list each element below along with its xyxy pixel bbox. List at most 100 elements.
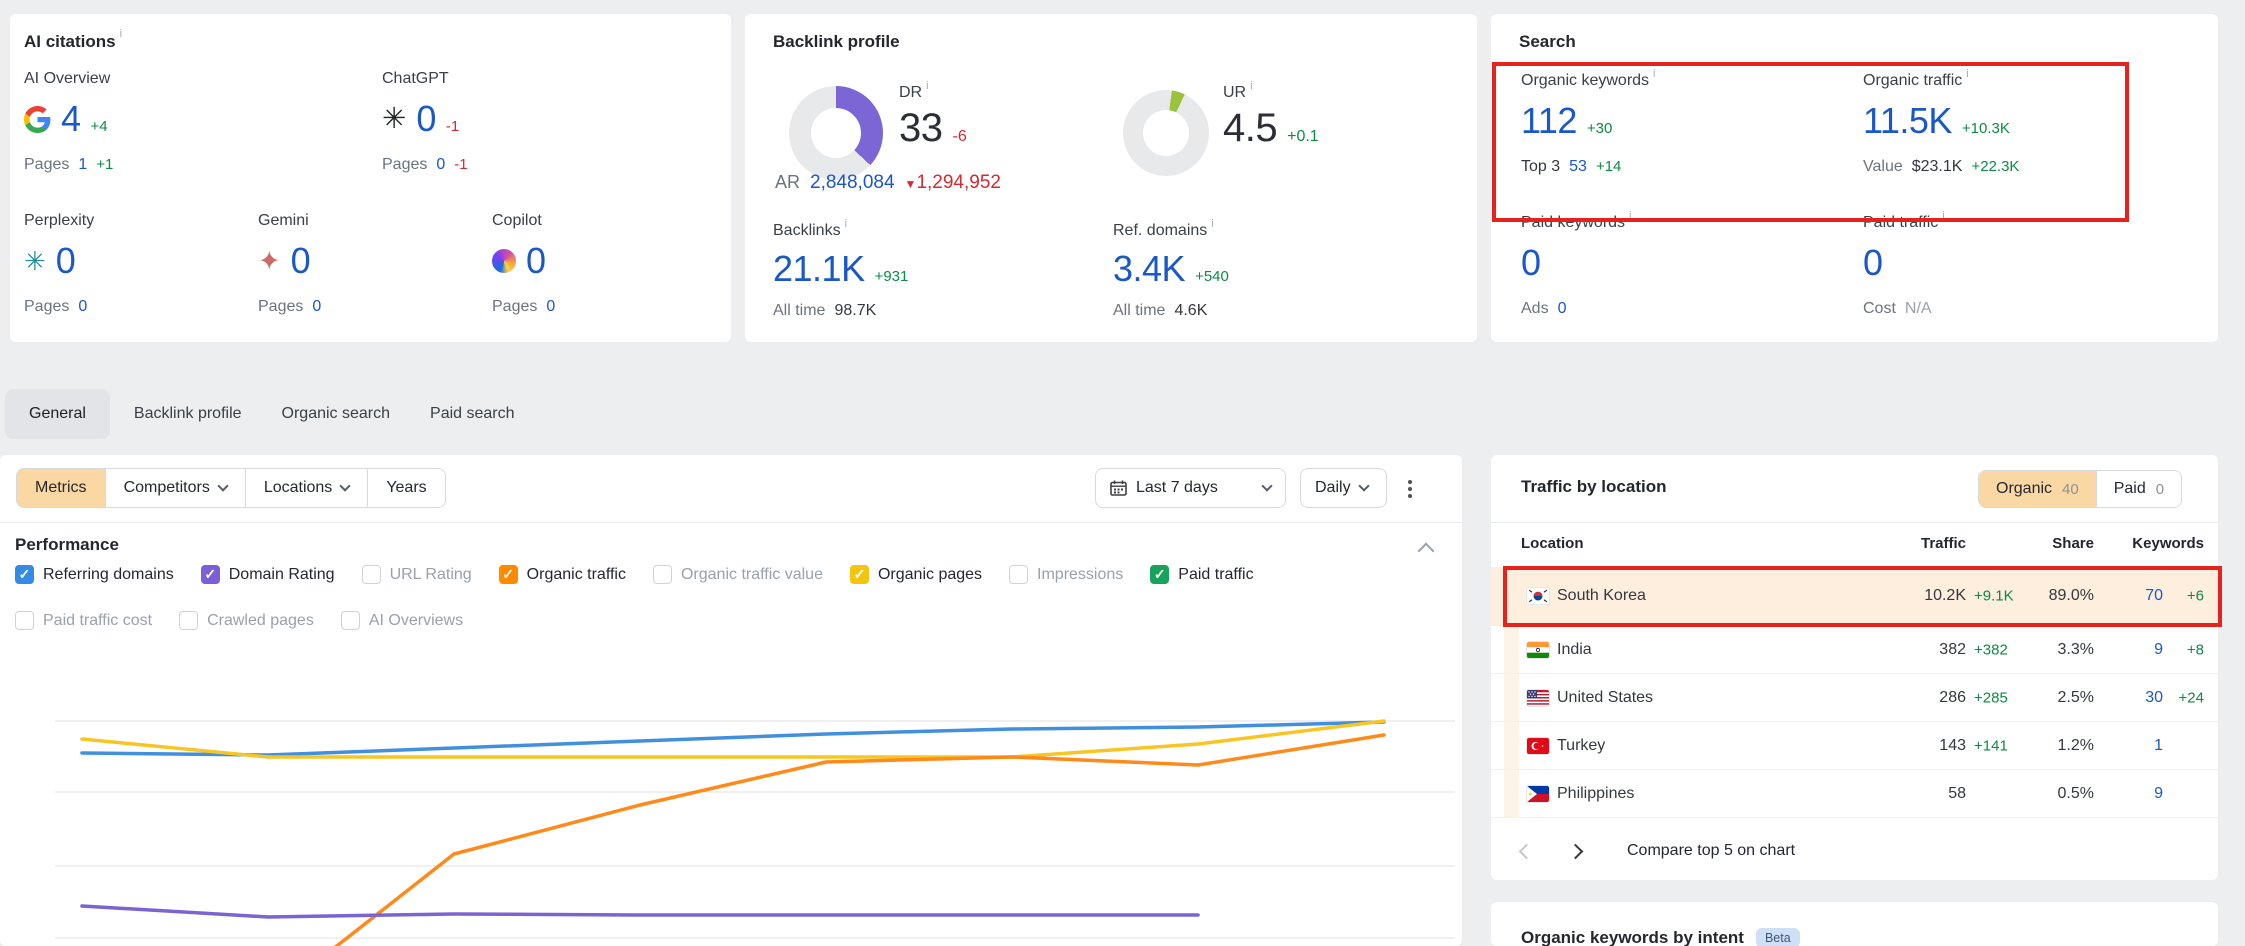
keywords-link[interactable]: 9 — [2154, 785, 2163, 803]
top3-value[interactable]: 53 — [1569, 158, 1587, 176]
organic-traffic-metric: Organic traffici 11.5K +10.3K Value $23.… — [1863, 72, 2019, 176]
chevron-down-icon — [217, 480, 228, 491]
info-icon[interactable]: i — [1250, 80, 1252, 98]
tab-paid-search[interactable]: Paid search — [414, 389, 531, 439]
tab-organic-search[interactable]: Organic search — [266, 389, 407, 439]
metric-checkbox-row-2: Paid traffic cost Crawled pages AI Overv… — [15, 611, 463, 630]
ads-value[interactable]: 0 — [1558, 300, 1567, 318]
performance-title: Performance — [15, 535, 119, 555]
backlinks-metric: Backlinksi 21.1K +931 All time 98.7K — [773, 222, 908, 320]
ai-overview-value[interactable]: 4 — [61, 98, 81, 140]
copilot-pages[interactable]: 0 — [546, 298, 555, 316]
toggle-organic[interactable]: Organic 40 — [1979, 471, 2096, 507]
keywords-link[interactable]: 9 — [2154, 641, 2163, 659]
checkbox-url-rating[interactable]: URL Rating — [362, 565, 472, 584]
perplexity-value[interactable]: 0 — [56, 240, 76, 282]
next-page-chevron-icon[interactable] — [1568, 843, 1584, 859]
checkbox-paid-traffic-cost[interactable]: Paid traffic cost — [15, 611, 152, 630]
flag-united-states-icon — [1527, 690, 1549, 706]
table-row-turkey[interactable]: Turkey 143 +141 1.2% 1 — [1491, 722, 2218, 770]
paid-keywords-value[interactable]: 0 — [1521, 242, 1541, 284]
semrush-domain-overview-dashboard: { "colors": { "accent_peach": "#fbd8a3",… — [0, 0, 2245, 946]
checkbox-ai-overviews[interactable]: AI Overviews — [341, 611, 463, 630]
checkbox-box — [1009, 565, 1028, 584]
collapse-chevron-up-icon[interactable] — [1418, 543, 1435, 560]
domain-rating-metric: DRi 33 -6 — [899, 84, 967, 151]
checkbox-organic-pages[interactable]: Organic pages — [850, 565, 982, 584]
table-row-south-korea[interactable]: South Korea 10.2K +9.1K 89.0% 70 +6 — [1491, 567, 2218, 626]
checkbox-impressions[interactable]: Impressions — [1009, 565, 1123, 584]
competitors-segment[interactable]: Competitors — [105, 469, 245, 507]
checkbox-box — [653, 565, 672, 584]
granularity-button[interactable]: Daily — [1300, 468, 1387, 508]
ai-citations-title: AI citations i — [24, 32, 122, 52]
gemini-value[interactable]: 0 — [291, 240, 311, 282]
view-segmented-control: Metrics Competitors Locations Years — [16, 468, 446, 508]
google-icon — [24, 106, 51, 133]
row-gutter — [1504, 626, 1519, 673]
copilot-icon — [492, 249, 516, 273]
organic-keywords-value[interactable]: 112 — [1521, 100, 1577, 142]
backlinks-value[interactable]: 21.1K — [773, 248, 865, 290]
organic-traffic-value[interactable]: 11.5K — [1863, 100, 1952, 142]
ref-domains-value[interactable]: 3.4K — [1113, 248, 1185, 290]
metrics-segment[interactable]: Metrics — [17, 469, 105, 507]
checkbox-paid-traffic[interactable]: Paid traffic — [1150, 565, 1253, 584]
authority-rank-value[interactable]: 2,848,084 — [810, 172, 895, 194]
domain-rating-donut — [789, 86, 883, 180]
checkbox-box — [15, 565, 34, 584]
tab-backlink-profile[interactable]: Backlink profile — [118, 389, 258, 439]
kebab-menu-icon[interactable] — [1408, 477, 1412, 501]
calendar-icon — [1110, 480, 1127, 496]
toggle-paid[interactable]: Paid 0 — [2096, 471, 2181, 507]
organic-paid-toggle: Organic 40 Paid 0 — [1978, 470, 2182, 508]
info-icon[interactable]: i — [1942, 210, 1944, 228]
url-rating-value: 4.5 — [1223, 106, 1277, 151]
checkbox-domain-rating[interactable]: Domain Rating — [201, 565, 335, 584]
table-row-india[interactable]: India 382 +382 3.3% 9 +8 — [1491, 626, 2218, 674]
tab-general[interactable]: General — [5, 389, 110, 439]
table-row-philippines[interactable]: Philippines 58 0.5% 9 — [1491, 770, 2218, 818]
paid-keywords-metric: Paid keywordsi 0 Ads 0 — [1521, 214, 1632, 318]
checkbox-referring-domains[interactable]: Referring domains — [15, 565, 174, 584]
info-icon[interactable]: i — [1211, 218, 1213, 236]
checkbox-organic-traffic-value[interactable]: Organic traffic value — [653, 565, 823, 584]
info-icon[interactable]: i — [845, 218, 847, 236]
copilot-value[interactable]: 0 — [526, 240, 546, 282]
beta-badge: Beta — [1756, 928, 1800, 946]
flag-philippines-icon — [1527, 786, 1549, 802]
chatgpt-value[interactable]: 0 — [416, 98, 436, 140]
ai-overview-pages[interactable]: 1 — [78, 156, 87, 174]
checkbox-organic-traffic[interactable]: Organic traffic — [499, 565, 626, 584]
chatgpt-pages[interactable]: 0 — [436, 156, 445, 174]
compare-top5-link[interactable]: Compare top 5 on chart — [1627, 842, 1795, 860]
backlink-profile-title: Backlink profile — [773, 32, 900, 52]
flag-india-icon — [1527, 642, 1549, 658]
triangle-down-icon: ▼ — [905, 177, 917, 191]
keywords-link[interactable]: 70 — [2145, 587, 2163, 605]
years-segment[interactable]: Years — [367, 469, 444, 507]
locations-segment[interactable]: Locations — [245, 469, 368, 507]
table-row-united-states[interactable]: United States 286 +285 2.5% 30 +24 — [1491, 674, 2218, 722]
info-icon[interactable]: i — [926, 80, 928, 98]
section-tabs: General Backlink profile Organic search … — [5, 389, 531, 439]
paid-traffic-value[interactable]: 0 — [1863, 242, 1883, 284]
perplexity-pages[interactable]: 0 — [78, 298, 87, 316]
checkbox-box — [179, 611, 198, 630]
gemini-pages[interactable]: 0 — [312, 298, 321, 316]
info-icon[interactable]: i — [120, 28, 122, 48]
keywords-link[interactable]: 1 — [2154, 737, 2163, 755]
gemini-metric: Gemini ✦ 0 Pages 0 — [258, 212, 321, 316]
info-icon[interactable]: i — [1653, 68, 1655, 86]
info-icon[interactable]: i — [1966, 68, 1968, 86]
checkbox-crawled-pages[interactable]: Crawled pages — [179, 611, 314, 630]
info-icon[interactable]: i — [1629, 210, 1631, 228]
checkbox-box — [1150, 565, 1169, 584]
date-range-button[interactable]: Last 7 days — [1095, 468, 1286, 508]
chatgpt-metric: ChatGPT ✳ 0 -1 Pages 0 -1 — [382, 70, 468, 174]
row-gutter — [1504, 770, 1519, 817]
paid-traffic-metric: Paid traffici 0 Cost N/A — [1863, 214, 1945, 318]
prev-page-chevron-icon[interactable] — [1519, 843, 1535, 859]
keywords-link[interactable]: 30 — [2145, 689, 2163, 707]
chart-line-referring-domains — [82, 722, 1384, 755]
